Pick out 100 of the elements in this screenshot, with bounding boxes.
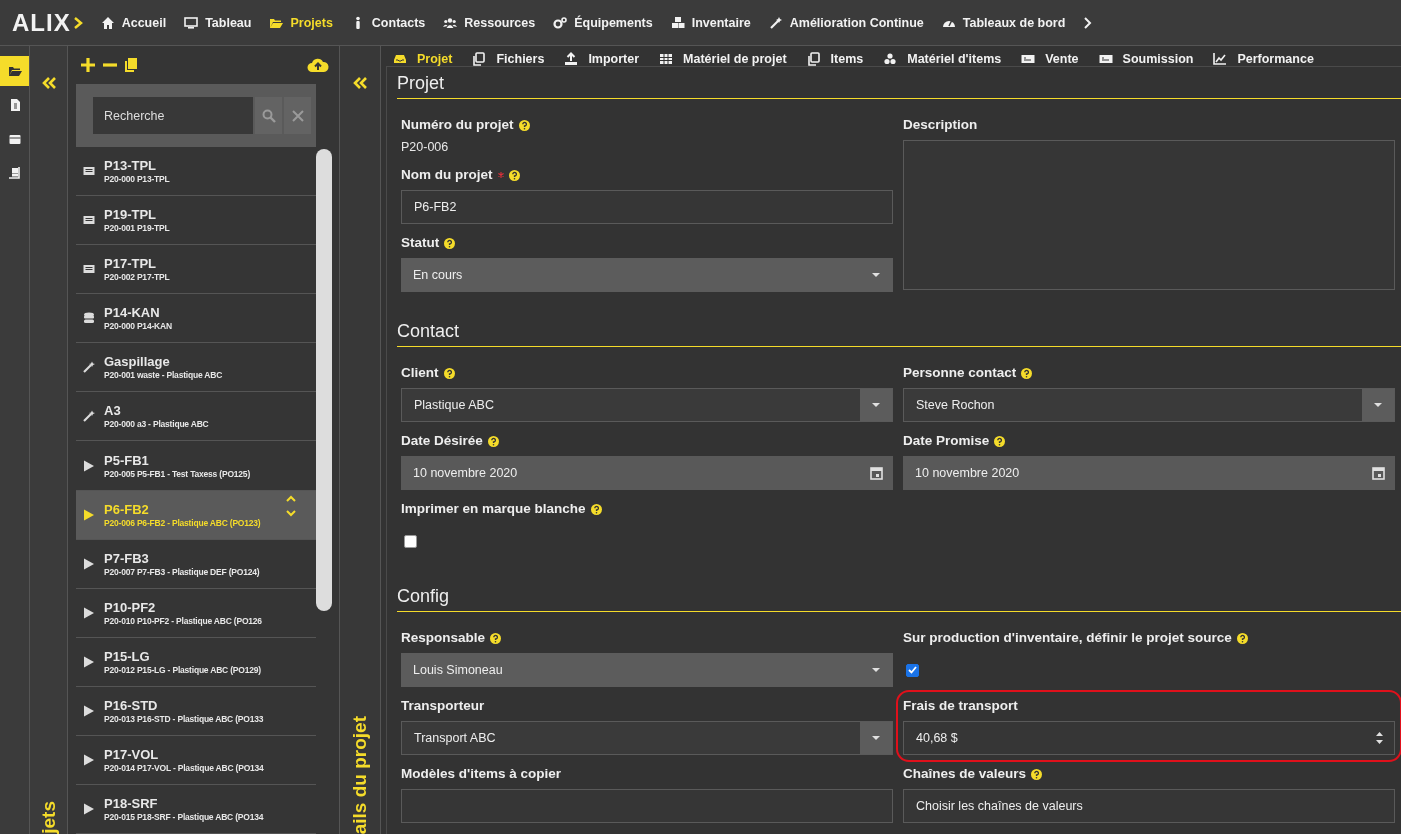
project-title: P6-FB2 [104,501,150,517]
help-icon[interactable] [490,632,502,644]
scrollbar-thumb[interactable] [316,149,332,611]
project-subtitle: P20-000 P14-KAN [104,321,172,332]
nav-item[interactable]: Tableau [184,15,252,30]
tab[interactable]: Soumission [1098,52,1194,66]
nav-item[interactable]: Inventaire [670,15,751,30]
project-title: P18-SRF [104,796,159,812]
field-label: Chaînes de valeurs [903,765,1027,783]
nav-item[interactable]: Projets [269,15,333,30]
tab[interactable]: Performance [1213,52,1314,66]
tab[interactable]: Vente [1021,52,1079,66]
nav-item[interactable]: Amélioration Continue [768,15,924,30]
collapse-icon[interactable] [40,76,57,90]
field-label: Numéro du projet [401,116,514,134]
folder-icon [7,64,22,78]
copy-icon [472,52,487,66]
tab[interactable]: Items [806,52,864,66]
play-icon [83,655,95,668]
plus-icon[interactable] [80,57,96,73]
magic-wand-icon [83,410,95,423]
help-icon[interactable] [443,367,455,379]
project-subtitle: P20-000 P13-TPL [104,174,170,185]
project-subtitle: P20-012 P15-LG - Plastique ABC (PO129) [104,664,261,675]
move-up-icon[interactable] [286,494,296,502]
project-list-item[interactable]: P6-FB2 P20-006 P6-FB2 - Plastique ABC (PO123) [76,490,316,540]
date-field[interactable]: 10 novembre 2020 [903,456,1395,490]
field-label: Nom du projet [401,166,493,184]
line-chart-icon [1213,52,1228,66]
check-icon [908,666,917,674]
project-title: P17-VOL [104,746,160,762]
multiselect-field[interactable]: Choisir les chaînes de valeurs [903,789,1395,823]
help-icon[interactable] [590,503,602,515]
nav-item[interactable]: Accueil [100,15,167,30]
collapse-icon[interactable] [352,76,368,90]
number-field[interactable]: 40,68 $ [903,721,1395,755]
play-icon [83,606,95,619]
cloud-upload-icon[interactable] [307,57,329,73]
project-title: P19-TPL [104,207,157,223]
help-icon[interactable] [444,237,456,249]
dropdown[interactable]: Transport ABC [401,721,893,755]
nav-item[interactable]: Contacts [350,15,426,30]
copy-icon[interactable] [124,57,138,73]
checkbox[interactable] [906,663,919,677]
project-list-item[interactable]: P17-VOL P20-014 P17-VOL - Plastique ABC (PO134 [76,735,316,785]
search-field[interactable]: Recherche [93,97,253,134]
project-subtitle: P20-006 P6-FB2 - Plastique ABC (PO123) [104,517,261,528]
close-icon [291,109,304,122]
project-subtitle: P20-002 P17-TPL [104,272,170,283]
help-icon[interactable] [508,169,520,181]
project-list-item[interactable]: P16-STD P20-013 P16-STD - Plastique ABC (PO133 [76,686,316,736]
project-list-item[interactable]: P15-LG P20-012 P15-LG - Plastique ABC (PO129) [76,637,316,687]
home-icon [100,15,115,30]
tab[interactable]: Matériel d'items [883,52,1002,66]
sidebar-item[interactable] [0,56,29,86]
nav-item[interactable]: Tableaux de bord [941,15,1066,30]
tab[interactable]: Matériel de projet [659,52,787,66]
magic-wand-icon [83,361,95,374]
project-subtitle: P20-000 a3 - Plastique ABC [104,419,209,430]
spinner-icon [1375,731,1384,745]
logo-text: ALIX [12,8,71,37]
grid-icon [659,52,674,66]
tab[interactable]: Projet [393,52,453,66]
help-icon[interactable] [1236,632,1248,644]
project-list-item[interactable]: P18-SRF P20-015 P18-SRF - Plastique ABC (PO134 [76,785,316,834]
date-field[interactable]: 10 novembre 2020 [401,456,893,490]
project-subtitle: P20-015 P18-SRF - Plastique ABC (PO134 [104,812,264,823]
field-label: Date Promise [903,432,990,450]
dropdown[interactable]: Plastique ABC [401,388,893,422]
section-title: Config [397,580,1401,612]
text-field[interactable] [401,789,893,823]
help-icon[interactable] [1021,367,1033,379]
project-subtitle: P20-010 P10-PF2 - Plastique ABC (PO126 [104,615,262,626]
project-subtitle: P20-013 P16-STD - Plastique ABC (PO133 [104,713,264,724]
project-list-item[interactable]: P10-PF2 P20-010 P10-PF2 - Plastique ABC (PO126 [76,588,316,638]
checkbox[interactable] [404,534,417,548]
help-icon[interactable] [487,435,499,447]
magic-wand-icon [768,15,783,30]
caret-icon [871,402,881,408]
project-title: P5-FB1 [104,452,150,468]
tab[interactable]: Fichiers [472,52,545,66]
dropdown[interactable]: Louis Simoneau [401,653,893,687]
tab[interactable]: Importer [564,52,640,66]
field-label: Modèles d'items à copier [401,765,561,783]
dropdown[interactable]: Steve Rochon [903,388,1395,422]
help-icon[interactable] [518,119,530,131]
move-down-icon[interactable] [286,509,296,517]
project-title: P14-KAN [104,305,161,321]
help-icon[interactable] [994,435,1006,447]
nav-item[interactable]: Ressources [443,15,536,30]
copy-icon [806,52,821,66]
text-field[interactable]: P6-FB2 [401,190,893,224]
project-subtitle: P20-001 waste - Plastique ABC [104,370,223,381]
help-icon[interactable] [1031,768,1043,780]
dropdown[interactable]: En cours [401,258,893,292]
play-icon [83,803,95,816]
chevron-right-icon[interactable] [1083,15,1094,30]
section-title: Contact [397,315,1401,347]
upload-icon [564,52,579,66]
nav-item[interactable]: Équipements [553,15,653,30]
